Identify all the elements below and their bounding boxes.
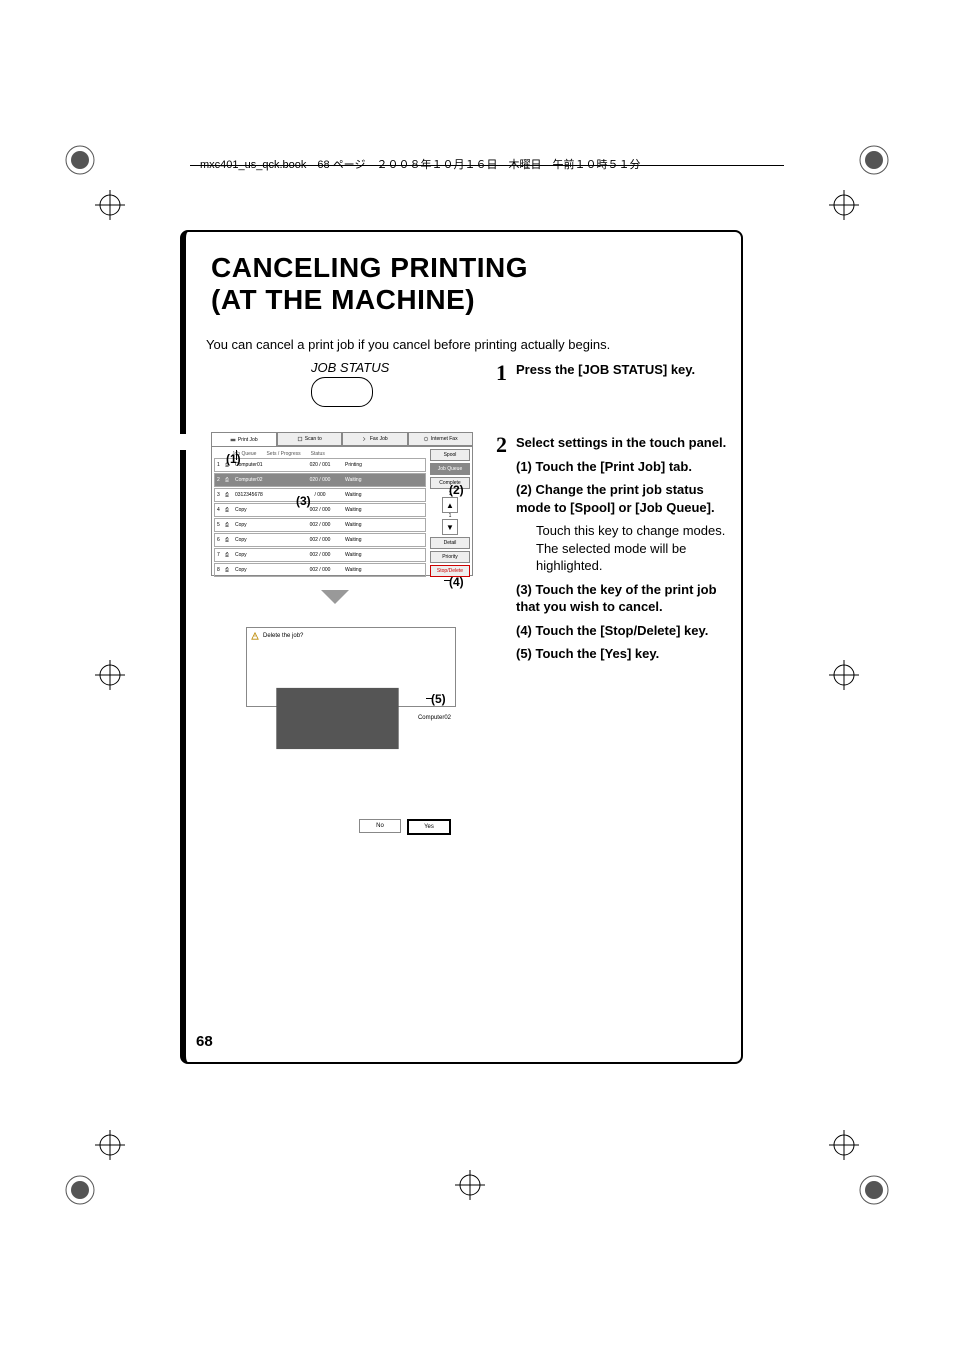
printer-icon bbox=[261, 642, 414, 795]
cross-mark-icon bbox=[95, 190, 125, 220]
cross-mark-icon bbox=[829, 190, 859, 220]
queue-row[interactable]: 8⎙Copy002 / 000Waiting bbox=[214, 563, 426, 577]
step-2-heading: Select settings in the touch panel. bbox=[516, 435, 726, 450]
step-1-text: Press the [JOB STATUS] key. bbox=[516, 362, 726, 379]
step-2-block: Select settings in the touch panel. (1) … bbox=[516, 434, 736, 663]
priority-button[interactable]: Priority bbox=[430, 551, 470, 563]
yes-button[interactable]: Yes bbox=[407, 819, 451, 835]
page-title: CANCELING PRINTING (AT THE MACHINE) bbox=[211, 252, 528, 316]
title-line-1: CANCELING PRINTING bbox=[211, 252, 528, 283]
step-2-2-body: Touch this key to change modes. The sele… bbox=[536, 522, 736, 575]
tab-scan-to[interactable]: Scan to bbox=[277, 432, 343, 446]
queue-row[interactable]: 4⎙Copy002 / 000Waiting bbox=[214, 503, 426, 517]
globe-icon bbox=[423, 436, 429, 442]
step-2-3: (3) Touch the key of the print job that … bbox=[516, 581, 736, 616]
touch-panel-screenshot: Print Job Scan to Fax Job Internet Fax J… bbox=[211, 432, 473, 582]
callout-1: (1) bbox=[226, 452, 241, 466]
registration-mark-icon bbox=[60, 1170, 100, 1210]
scan-icon bbox=[297, 436, 303, 442]
step-2-5: (5) Touch the [Yes] key. bbox=[516, 645, 736, 663]
dialog-question: Delete the job? bbox=[251, 632, 451, 640]
job-status-label: JOB STATUS bbox=[311, 360, 389, 375]
printer-icon bbox=[230, 437, 236, 443]
cross-mark-icon bbox=[95, 1130, 125, 1160]
cross-mark-icon bbox=[95, 660, 125, 690]
header-filename: mxc401_us_qck.book 68 ページ ２００８年１０月１６日 木曜… bbox=[200, 156, 640, 172]
callout-4: (4) bbox=[449, 575, 464, 589]
queue-row[interactable]: 6⎙Copy002 / 000Waiting bbox=[214, 533, 426, 547]
intro-text: You can cancel a print job if you cancel… bbox=[206, 337, 610, 352]
step-2-4: (4) Touch the [Stop/Delete] key. bbox=[516, 622, 736, 640]
queue-row[interactable]: 1⎙Computer01020 / 001Printing bbox=[214, 458, 426, 472]
tab-fax-job[interactable]: Fax Job bbox=[342, 432, 408, 446]
tab-internet-fax[interactable]: Internet Fax bbox=[408, 432, 474, 446]
manual-page: mxc401_us_qck.book 68 ページ ２００８年１０月１６日 木曜… bbox=[0, 0, 954, 1350]
cross-mark-icon bbox=[829, 1130, 859, 1160]
queue-row[interactable]: 5⎙Copy002 / 000Waiting bbox=[214, 518, 426, 532]
queue-row[interactable]: 2⎙Computer02020 / 000Waiting bbox=[214, 473, 426, 487]
scroll-control: 1 ▲ 1 ▼ bbox=[430, 491, 470, 535]
step-2-2: (2) Change the print job status mode to … bbox=[516, 481, 736, 516]
cross-mark-icon bbox=[829, 660, 859, 690]
spool-button[interactable]: Spool bbox=[430, 449, 470, 461]
queue-row[interactable]: 3⎙0312345678/ 000Waiting bbox=[214, 488, 426, 502]
dialog-item: Computer02 bbox=[261, 642, 451, 795]
step-1-number: 1 bbox=[496, 360, 507, 386]
step-2-number: 2 bbox=[496, 432, 507, 458]
registration-mark-icon bbox=[60, 140, 100, 180]
tab-bar: Print Job Scan to Fax Job Internet Fax bbox=[211, 432, 473, 446]
callout-5: (5) bbox=[431, 692, 446, 706]
content-frame: CANCELING PRINTING (AT THE MACHINE) You … bbox=[180, 230, 743, 1064]
confirm-dialog: Delete the job? Computer02 No Yes bbox=[246, 627, 456, 707]
tab-print-job[interactable]: Print Job bbox=[211, 432, 277, 446]
queue-area: Job QueueSets / ProgressStatus 1⎙Compute… bbox=[211, 446, 473, 576]
queue-row[interactable]: 7⎙Copy002 / 000Waiting bbox=[214, 548, 426, 562]
warning-icon bbox=[251, 632, 259, 640]
step-2-1: (1) Touch the [Print Job] tab. bbox=[516, 458, 736, 476]
detail-button[interactable]: Detail bbox=[430, 537, 470, 549]
callout-3: (3) bbox=[296, 494, 311, 508]
cross-mark-icon bbox=[455, 1170, 485, 1200]
scroll-down-button[interactable]: ▼ bbox=[442, 519, 458, 535]
registration-mark-icon bbox=[854, 140, 894, 180]
tab-notch bbox=[180, 432, 186, 452]
arrow-down-icon bbox=[321, 590, 349, 604]
queue-list: Job QueueSets / ProgressStatus 1⎙Compute… bbox=[212, 447, 428, 575]
scroll-up-button[interactable]: ▲ bbox=[442, 497, 458, 513]
fax-icon bbox=[362, 436, 368, 442]
side-buttons: Spool Job Queue Complete 1 ▲ 1 ▼ Detail … bbox=[428, 447, 472, 575]
page-number: 68 bbox=[196, 1033, 213, 1050]
job-queue-button[interactable]: Job Queue bbox=[430, 463, 470, 475]
callout-2: (2) bbox=[449, 483, 464, 497]
title-line-2: (AT THE MACHINE) bbox=[211, 284, 475, 315]
job-status-key[interactable] bbox=[311, 377, 373, 407]
registration-mark-icon bbox=[854, 1170, 894, 1210]
no-button[interactable]: No bbox=[359, 819, 401, 833]
